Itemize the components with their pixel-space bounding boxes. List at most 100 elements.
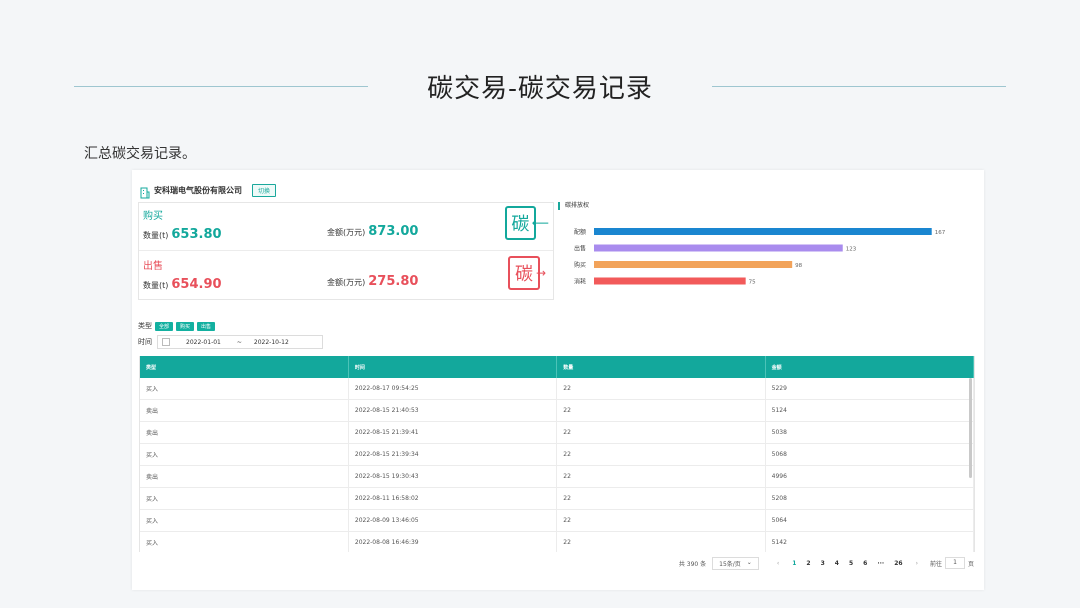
header-quantity[interactable]: 数量	[556, 356, 766, 378]
page-3[interactable]: 3	[821, 560, 825, 567]
sell-section: 出售 数量(t) 654.90 金额(万元) 275.80	[143, 257, 443, 292]
cell-time: 2022-08-15 21:39:34	[348, 443, 558, 466]
table-scrollbar[interactable]	[969, 378, 972, 478]
sell-label: 出售	[143, 261, 163, 272]
table-row[interactable]: 买入 2022-08-11 16:58:02 22 5208	[140, 487, 974, 510]
start-date[interactable]: 2022-01-01	[186, 339, 221, 346]
cell-time: 2022-08-15 21:40:53	[348, 399, 558, 422]
carbon-buy-icon: 碳 ⟵	[505, 203, 549, 243]
carbon-sell-icon: 碳 →	[505, 253, 549, 293]
cell-amount: 5142	[765, 531, 974, 552]
table-header-row: 类型 时间 数量 金额	[140, 356, 974, 378]
end-date[interactable]: 2022-10-12	[254, 339, 289, 346]
page-unit: 页	[967, 560, 974, 568]
next-page-button[interactable]: ›	[916, 560, 918, 567]
cell-amount: 4996	[765, 465, 974, 488]
chart-value-label: 98	[795, 263, 802, 269]
page-4[interactable]: 4	[835, 560, 839, 567]
switch-company-button[interactable]: 切换	[252, 183, 277, 197]
date-range-picker[interactable]: 2022-01-01 ~ 2022-10-12	[157, 335, 323, 349]
chart-category-label: 消耗	[574, 278, 586, 286]
trade-summary: 购买 数量(t) 653.80 金额(万元) 873.00 出售 数量(t) 6…	[138, 202, 554, 300]
table-row[interactable]: 买入 2022-08-08 16:46:39 22 5142	[140, 531, 974, 552]
chart-category-label: 购买	[574, 261, 586, 269]
table-row[interactable]: 买入 2022-08-17 09:54:25 22 5229	[140, 378, 974, 400]
table-row[interactable]: 买入 2022-08-15 21:39:34 22 5068	[140, 443, 974, 466]
sell-amount-value: 275.80	[368, 274, 419, 289]
prev-page-button[interactable]: ‹	[777, 560, 779, 567]
cell-time: 2022-08-17 09:54:25	[348, 378, 558, 400]
page-size-select[interactable]: 15条/页 ⌄	[712, 556, 759, 570]
page-5[interactable]: 5	[849, 560, 853, 567]
type-buy-button[interactable]: 购买	[176, 321, 195, 331]
cell-amount: 5229	[765, 378, 974, 400]
building-icon	[140, 184, 150, 199]
chart-bar	[594, 261, 793, 268]
arrow-in-icon: ⟵	[531, 216, 549, 230]
cell-type: 买入	[140, 443, 349, 466]
page-ellipsis[interactable]: ···	[877, 560, 884, 567]
buy-qty-value: 653.80	[171, 227, 222, 242]
chart-category-label: 配额	[574, 228, 586, 236]
buy-amount-label: 金额(万元)	[327, 228, 366, 237]
calendar-icon	[162, 338, 170, 346]
cell-type: 卖出	[140, 421, 349, 444]
type-sell-button[interactable]: 出售	[197, 321, 216, 331]
sell-qty-label: 数量(t)	[143, 281, 169, 290]
cell-amount: 5208	[765, 487, 974, 510]
page-size-value: 15条/页	[719, 560, 741, 568]
cell-quantity: 22	[556, 399, 766, 422]
page-2[interactable]: 2	[806, 560, 810, 567]
buy-qty-label: 数量(t)	[143, 231, 169, 240]
chevron-down-icon: ⌄	[746, 558, 752, 566]
chart-value-label: 167	[935, 230, 946, 236]
cell-time: 2022-08-09 13:46:05	[348, 509, 558, 532]
chart-category-label: 出售	[574, 245, 586, 253]
cell-time: 2022-08-08 16:46:39	[348, 531, 558, 552]
cell-quantity: 22	[556, 378, 766, 400]
table-row[interactable]: 买入 2022-08-09 13:46:05 22 5064	[140, 509, 974, 532]
cell-time: 2022-08-15 19:30:43	[348, 465, 558, 488]
cell-quantity: 22	[556, 487, 766, 510]
cell-type: 卖出	[140, 465, 349, 488]
pagination: 共 390 条 15条/页 ⌄ ‹ 1 2 3 4 5 6 ··· 26 › 前…	[679, 556, 974, 570]
cell-quantity: 22	[556, 465, 766, 488]
cell-time: 2022-08-11 16:58:02	[348, 487, 558, 510]
type-filter-label: 类型	[138, 322, 152, 330]
sell-qty-value: 654.90	[171, 277, 222, 292]
chart-value-label: 123	[846, 247, 857, 253]
chart-value-label: 75	[749, 280, 756, 286]
sell-amount-label: 金额(万元)	[327, 278, 366, 287]
title-rule-right	[712, 86, 1006, 87]
goto-page-input[interactable]: 1	[944, 557, 965, 569]
header-type[interactable]: 类型	[140, 356, 349, 378]
page-26[interactable]: 26	[894, 560, 902, 567]
page-6[interactable]: 6	[863, 560, 867, 567]
date-separator: ~	[236, 338, 242, 346]
records-table: 类型 时间 数量 金额 买入 2022-08-17 09:54:25 22 5229 卖…	[139, 356, 975, 552]
cell-amount: 5064	[765, 509, 974, 532]
cell-type: 买入	[140, 378, 349, 400]
header-time[interactable]: 时间	[348, 356, 558, 378]
time-filter-label: 时间	[138, 338, 152, 346]
type-all-button[interactable]: 全部	[155, 321, 174, 331]
header-amount[interactable]: 金额	[765, 356, 974, 378]
goto-label: 前往	[929, 560, 942, 568]
table-row[interactable]: 卖出 2022-08-15 21:40:53 22 5124	[140, 399, 974, 422]
buy-section: 购买 数量(t) 653.80 金额(万元) 873.00	[143, 207, 443, 242]
buy-amount-value: 873.00	[368, 224, 419, 239]
cell-time: 2022-08-15 21:39:41	[348, 421, 558, 444]
cell-quantity: 22	[556, 421, 766, 444]
trade-panel: 安科瑞电气股份有限公司 切换 购买 数量(t) 653.80 金额(万元) 87…	[132, 170, 984, 590]
cell-quantity: 22	[556, 531, 766, 552]
table-row[interactable]: 卖出 2022-08-15 19:30:43 22 4996	[140, 465, 974, 488]
filters: 类型 全部 购买 出售 时间 2022-01-01 ~ 2022-10-12	[138, 320, 323, 349]
page-1[interactable]: 1	[792, 560, 796, 567]
slide-header: 碳交易-碳交易记录	[0, 62, 1080, 110]
chart-bar	[594, 277, 746, 285]
table-row[interactable]: 卖出 2022-08-15 21:39:41 22 5038	[140, 421, 974, 444]
cell-amount: 5038	[765, 421, 974, 444]
trade-divider	[139, 250, 553, 251]
cell-type: 卖出	[140, 399, 349, 422]
cell-quantity: 22	[556, 443, 766, 466]
